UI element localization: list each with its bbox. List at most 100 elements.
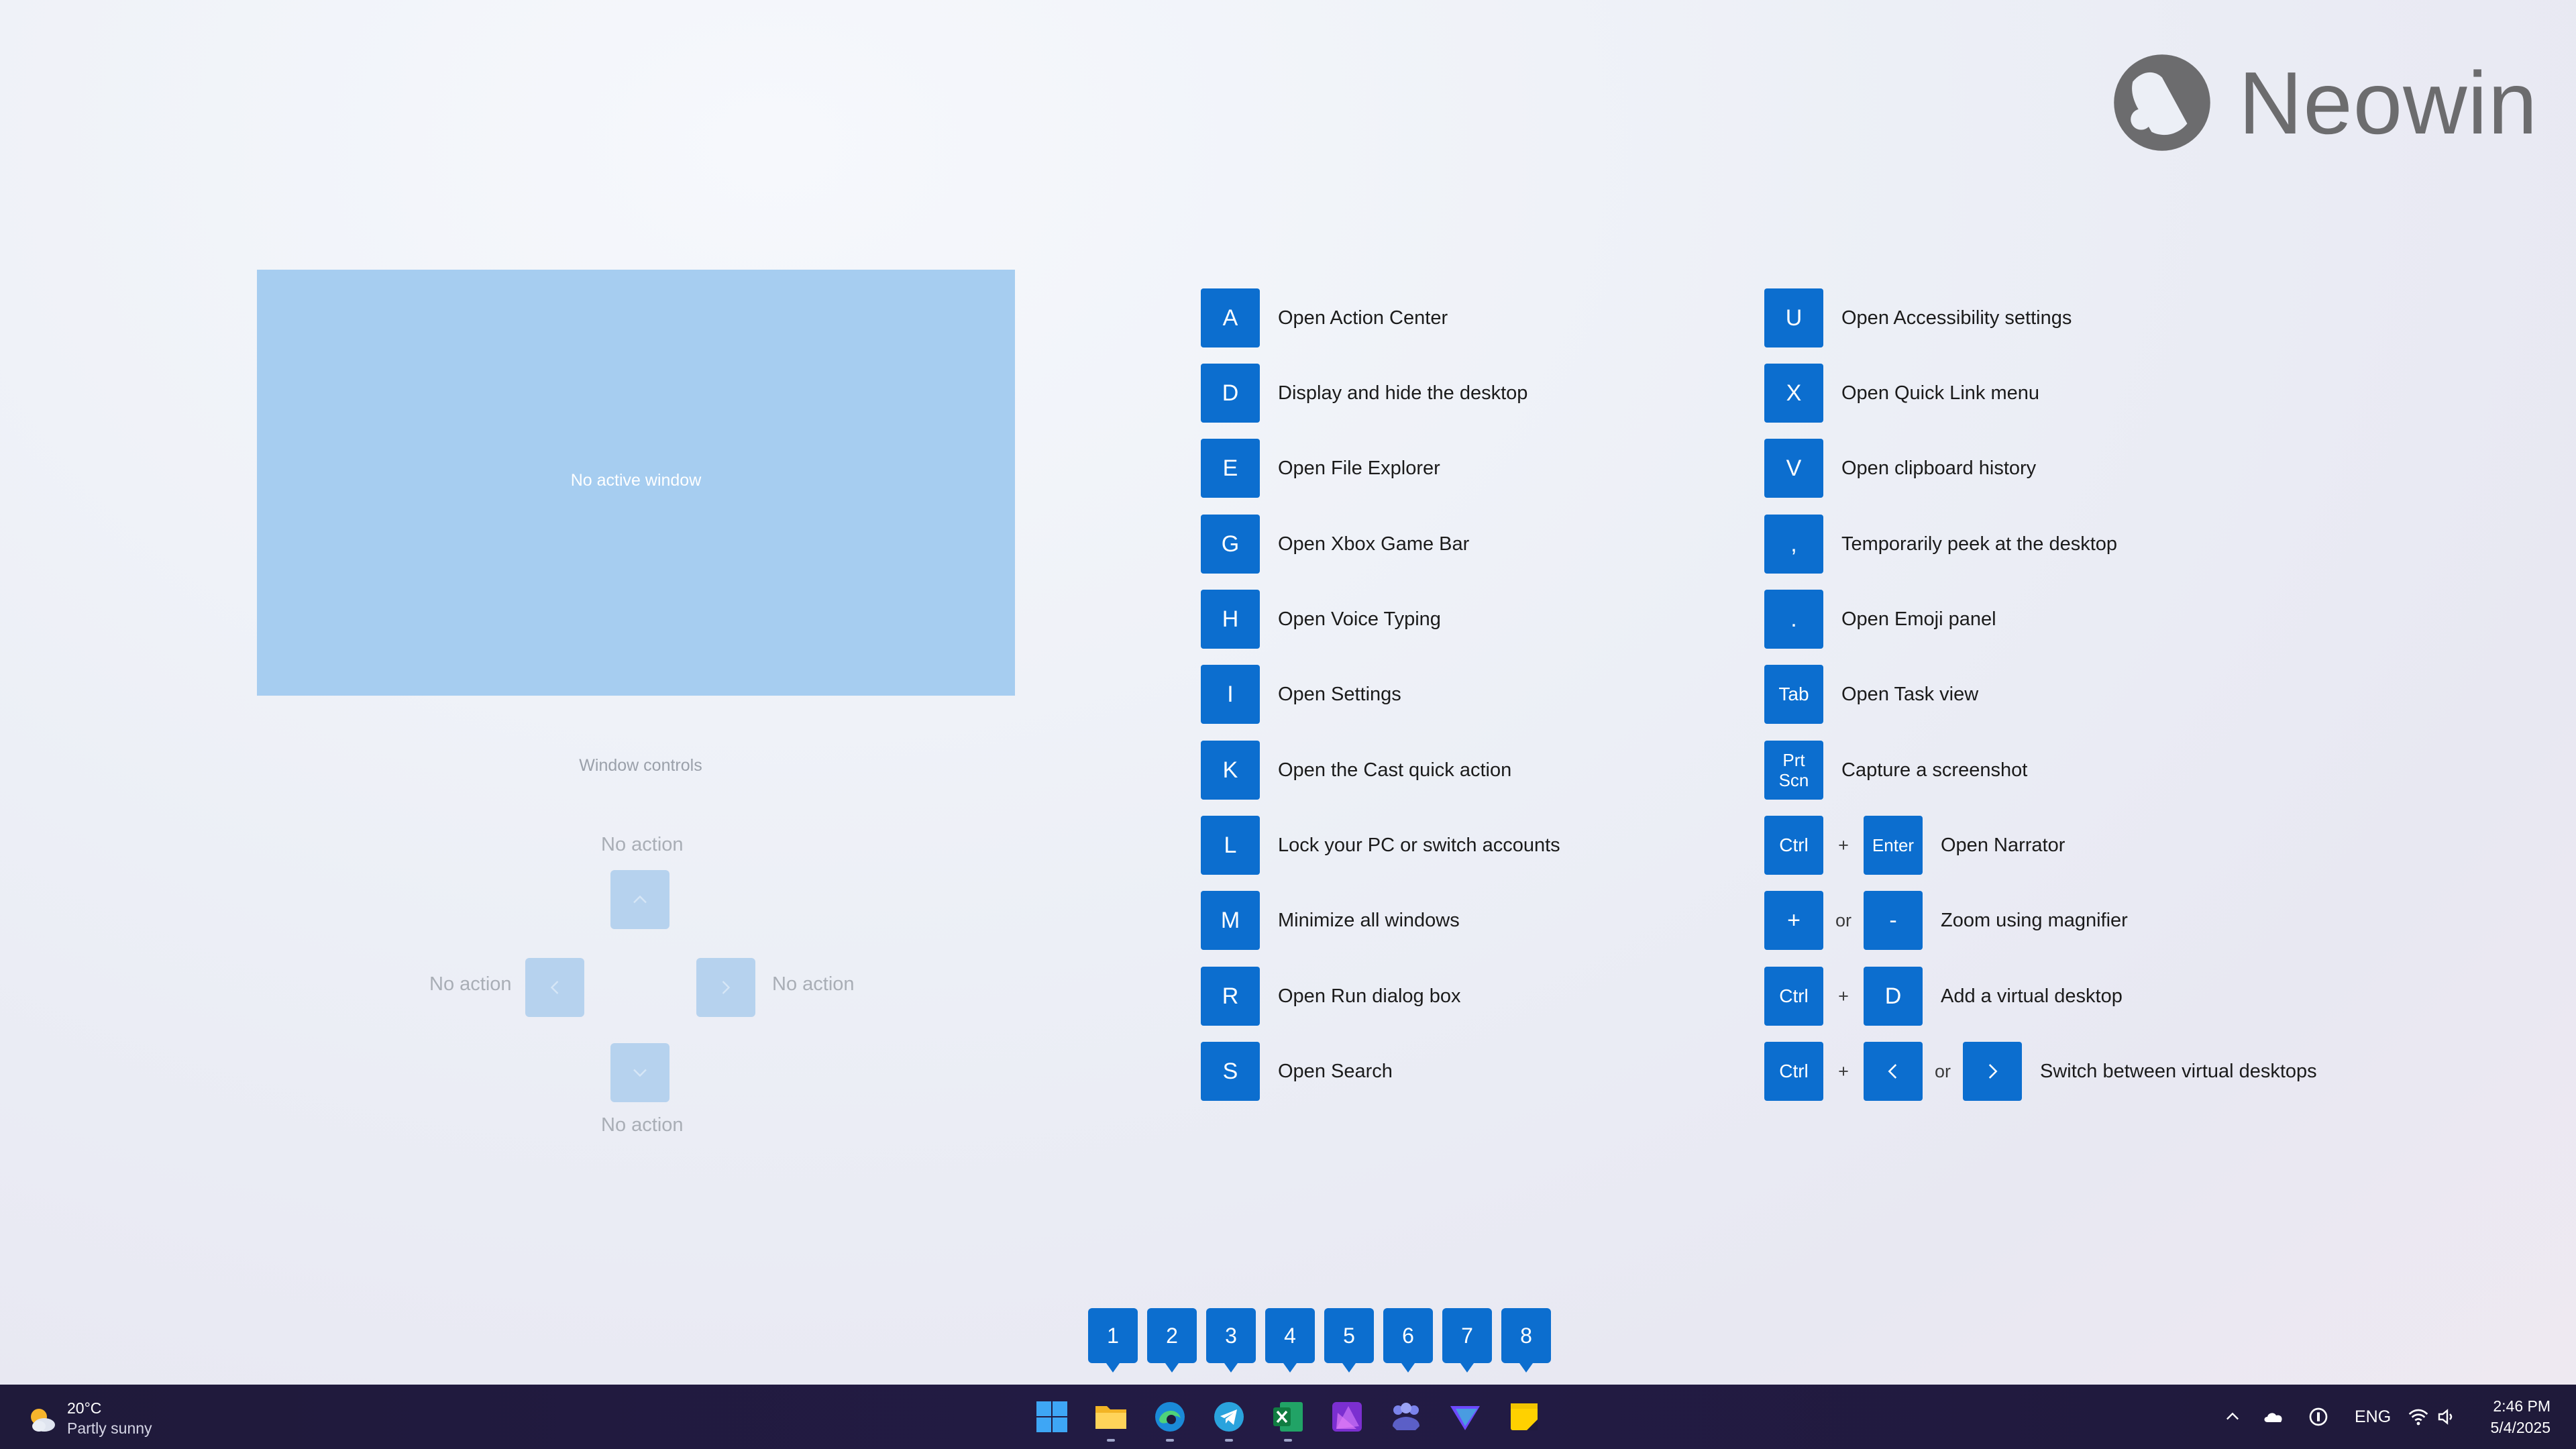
snap-up-button[interactable] — [610, 870, 669, 929]
shortcut-row: E Open File Explorer — [1201, 439, 1440, 498]
affinity-photo-icon[interactable] — [1330, 1399, 1364, 1434]
key-badge: I — [1201, 665, 1260, 724]
shortcut-row: Prt Scn Capture a screenshot — [1764, 741, 2027, 800]
onedrive-icon[interactable] — [2262, 1406, 2286, 1428]
running-indicator — [1284, 1439, 1292, 1442]
start-icon[interactable] — [1034, 1399, 1069, 1434]
key-badge: D — [1201, 364, 1260, 423]
key-badge: Ctrl — [1764, 967, 1823, 1026]
taskbar-number-badge: 8 — [1501, 1308, 1551, 1373]
weather-condition: Partly sunny — [67, 1419, 152, 1437]
neowin-watermark: Neowin — [2110, 50, 2537, 158]
snap-up-label: No action — [601, 834, 684, 855]
telegram-icon[interactable] — [1212, 1399, 1246, 1434]
key-badge: - — [1864, 891, 1923, 950]
snap-down-label: No action — [601, 1114, 684, 1136]
teams-icon[interactable] — [1389, 1399, 1424, 1434]
key-badge: K — [1201, 741, 1260, 800]
key-badge: Ctrl — [1764, 816, 1823, 875]
plus-separator: + — [1838, 835, 1849, 855]
key-badge: R — [1201, 967, 1260, 1026]
neowin-wordmark: Neowin — [2239, 54, 2538, 152]
active-window-preview: No active window — [257, 270, 1015, 696]
weather-widget[interactable]: 20°C Partly sunny — [25, 1395, 227, 1438]
chevron-down-icon — [633, 1069, 647, 1077]
key-badge: E — [1201, 439, 1260, 498]
shortcut-row: X Open Quick Link menu — [1764, 364, 2039, 423]
shortcut-row: G Open Xbox Game Bar — [1201, 515, 1469, 574]
key-badge-right-arrow — [1963, 1042, 2022, 1101]
shortcut-row: Tab Open Task view — [1764, 665, 1978, 724]
shortcut-description: Open Voice Typing — [1278, 608, 1441, 630]
shortcut-description: Open Quick Link menu — [1841, 382, 2039, 404]
shortcut-row: I Open Settings — [1201, 665, 1401, 724]
shortcut-row: H Open Voice Typing — [1201, 590, 1441, 649]
shortcut-row: L Lock your PC or switch accounts — [1201, 816, 1560, 875]
key-badge: Prt Scn — [1764, 741, 1823, 800]
edge-icon[interactable] — [1152, 1399, 1187, 1434]
running-indicator — [1107, 1439, 1115, 1442]
language-indicator[interactable]: ENG — [2355, 1403, 2391, 1430]
key-badge: Tab — [1764, 665, 1823, 724]
key-badge: V — [1764, 439, 1823, 498]
shortcut-description: Switch between virtual desktops — [2040, 1060, 2317, 1082]
excel-icon[interactable] — [1271, 1399, 1305, 1434]
shortcut-row-narrator: Ctrl + Enter Open Narrator — [1764, 816, 2065, 875]
shortcut-row: K Open the Cast quick action — [1201, 741, 1511, 800]
taskbar-number-badge: 4 — [1265, 1308, 1315, 1373]
shortcut-row: , Temporarily peek at the desktop — [1764, 515, 2117, 574]
shortcut-description: Open Action Center — [1278, 307, 1448, 329]
key-badge: + — [1764, 891, 1823, 950]
key-badge: Enter — [1864, 816, 1923, 875]
shortcut-row-virtual-desktop: Ctrl + D Add a virtual desktop — [1764, 967, 2123, 1026]
snap-right-label: No action — [772, 973, 855, 995]
shortcut-row-switch-desktop: Ctrl + or Switch between virtual desktop… — [1764, 1042, 2317, 1101]
snap-left-label: No action — [429, 973, 512, 995]
taskbar-number-badge: 1 — [1088, 1308, 1138, 1373]
neowin-logo-icon — [2114, 54, 2210, 151]
shortcut-row: U Open Accessibility settings — [1764, 288, 2072, 347]
shortcut-row: R Open Run dialog box — [1201, 967, 1460, 1026]
clock-date: 5/4/2025 — [2490, 1419, 2551, 1436]
shortcut-row: V Open clipboard history — [1764, 439, 2036, 498]
shortcut-description: Display and hide the desktop — [1278, 382, 1528, 404]
shortcut-description: Open clipboard history — [1841, 457, 2037, 479]
proton-vpn-icon[interactable] — [1448, 1399, 1483, 1434]
shortcut-description: Open Accessibility settings — [1841, 307, 2072, 329]
snap-left-button[interactable] — [525, 958, 584, 1017]
shortcut-description: Open File Explorer — [1278, 457, 1440, 479]
key-badge: L — [1201, 816, 1260, 875]
chevron-right-icon — [1988, 1064, 1998, 1079]
key-badge: D — [1864, 967, 1923, 1026]
plus-separator: + — [1838, 985, 1849, 1006]
shortcut-description: Open Emoji panel — [1841, 608, 1996, 630]
chevron-left-icon — [1888, 1064, 1897, 1079]
shortcut-row-magnifier: + or - Zoom using magnifier — [1764, 891, 2128, 950]
shortcut-description: Zoom using magnifier — [1941, 909, 2128, 931]
running-indicator — [1225, 1439, 1233, 1442]
key-badge: H — [1201, 590, 1260, 649]
chevron-right-icon — [722, 981, 731, 994]
shortcut-description: Open Search — [1278, 1060, 1393, 1082]
shortcut-row: . Open Emoji panel — [1764, 590, 1996, 649]
clock-time: 2:46 PM — [2493, 1397, 2551, 1415]
partly-sunny-icon — [31, 1409, 55, 1432]
key-badge: S — [1201, 1042, 1260, 1101]
snap-down-button[interactable] — [610, 1043, 669, 1102]
snap-right-button[interactable] — [696, 958, 755, 1017]
vpn-icon[interactable] — [2308, 1406, 2329, 1428]
taskbar-number-badge: 7 — [1442, 1308, 1492, 1373]
shortcut-description: Open Settings — [1278, 683, 1401, 705]
weather-temperature: 20°C — [67, 1399, 102, 1417]
volume-icon[interactable] — [2436, 1406, 2458, 1428]
key-badge: , — [1764, 515, 1823, 574]
clock[interactable]: 2:46 PM 5/4/2025 — [2490, 1395, 2551, 1438]
shortcut-description: Open Xbox Game Bar — [1278, 533, 1470, 555]
wifi-icon[interactable] — [2407, 1406, 2430, 1428]
file-explorer-icon[interactable] — [1093, 1399, 1128, 1434]
chevron-up-icon[interactable] — [2223, 1407, 2242, 1426]
shortcut-description: Add a virtual desktop — [1941, 985, 2123, 1007]
sticky-notes-icon[interactable] — [1507, 1399, 1542, 1434]
window-controls-title: Window controls — [579, 756, 702, 775]
shortcut-description: Temporarily peek at the desktop — [1841, 533, 2118, 555]
